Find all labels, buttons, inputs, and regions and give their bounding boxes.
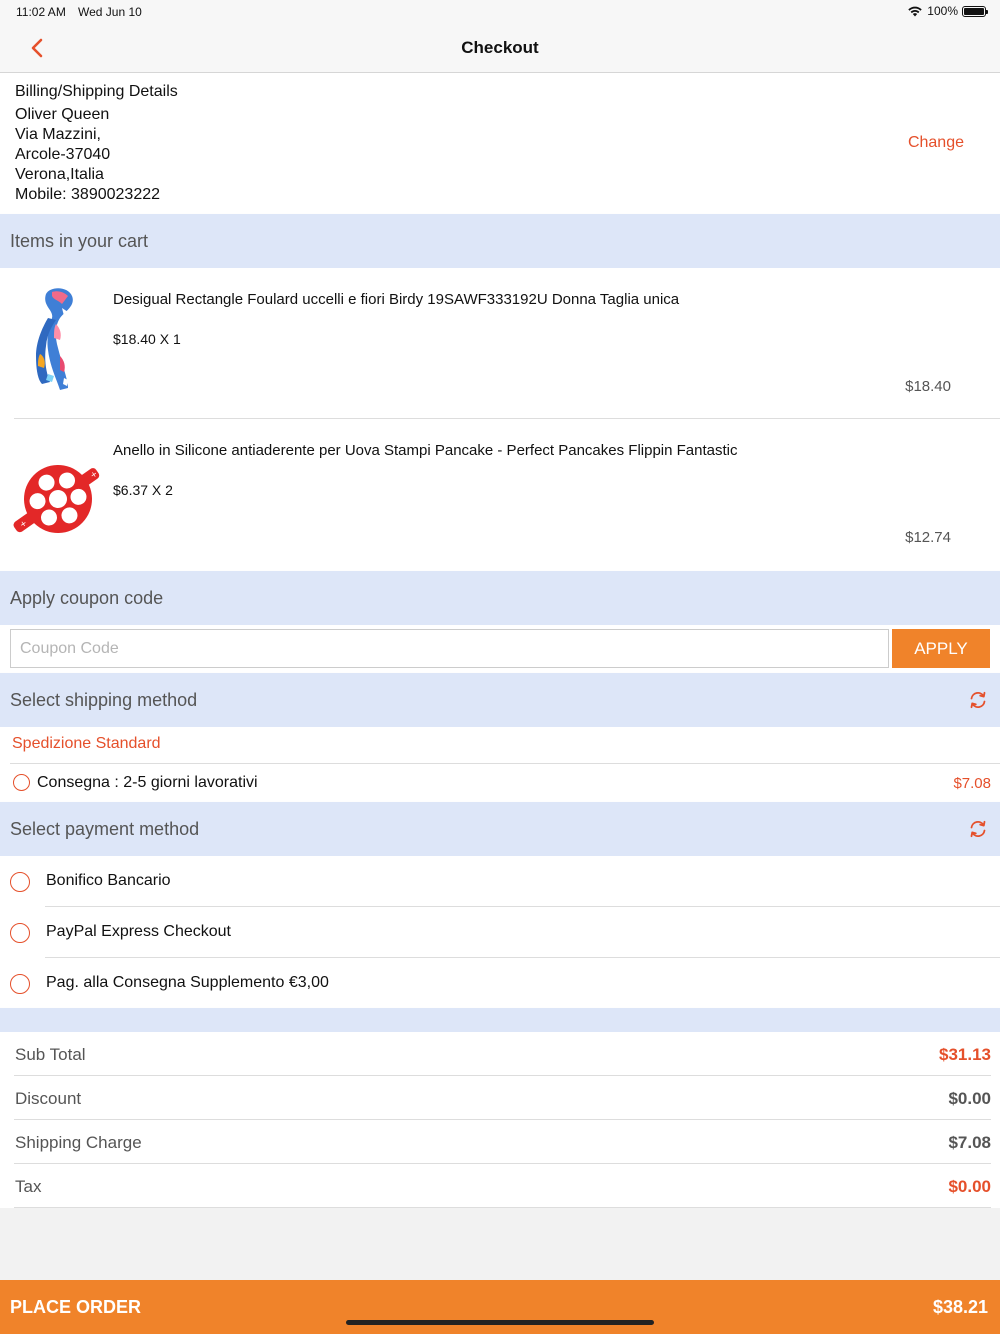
shipping-option-price: $7.08 (953, 775, 991, 792)
cart-title: Items in your cart (10, 231, 149, 251)
shipping-title: Select shipping method (10, 690, 198, 710)
cart-item[interactable]: Desigual Rectangle Foulard uccelli e fio… (0, 268, 1000, 419)
billing-city: Arcole-37040 (15, 146, 111, 163)
billing-street: Via Mazzini, (15, 126, 101, 143)
summary-value: $31.13 (939, 1045, 991, 1064)
place-order-button[interactable]: PLACE ORDER $38.21 (0, 1280, 1000, 1334)
payment-radio[interactable] (10, 974, 30, 994)
summary-row-tax: Tax $0.00 (0, 1164, 1000, 1208)
summary-value: $7.08 (948, 1133, 991, 1152)
status-date: Wed Jun 10 (78, 5, 142, 19)
cart-item-total: $12.74 (905, 529, 951, 546)
billing-region: Verona,Italia (15, 166, 104, 183)
shipping-radio[interactable] (13, 774, 30, 791)
summary-label: Shipping Charge (15, 1133, 142, 1152)
pancake-mold-thumbnail: + + (13, 465, 100, 533)
refresh-icon[interactable] (968, 819, 988, 839)
coupon-header: Apply coupon code (0, 571, 1000, 625)
billing-name: Oliver Queen (15, 106, 110, 123)
cart-list: Desigual Rectangle Foulard uccelli e fio… (0, 268, 1000, 571)
summary-row-shipping: Shipping Charge $7.08 (0, 1120, 1000, 1164)
shipping-header: Select shipping method (0, 673, 1000, 727)
order-summary: Sub Total $31.13 Discount $0.00 Shipping… (0, 1032, 1000, 1208)
billing-mobile: Mobile: 3890023222 (15, 186, 161, 203)
status-right: 100% (907, 4, 988, 18)
cart-item-name: Desigual Rectangle Foulard uccelli e fio… (113, 291, 680, 308)
coupon-title: Apply coupon code (10, 588, 164, 608)
battery-icon (962, 5, 988, 17)
cart-item[interactable]: + + Anello in Silicone antiaderente per … (0, 419, 1000, 570)
billing-heading: Billing/Shipping Details (15, 83, 178, 100)
summary-value: $0.00 (948, 1177, 991, 1196)
cart-item-qty: $18.40 X 1 (113, 331, 181, 347)
payment-option-label: PayPal Express Checkout (46, 923, 231, 940)
summary-row-discount: Discount $0.00 (0, 1076, 1000, 1120)
payment-option-bank-transfer[interactable]: Bonifico Bancario (0, 856, 1000, 906)
payment-title: Select payment method (10, 819, 200, 839)
status-bar: 11:02 AM Wed Jun 10 100% (0, 0, 1000, 24)
payment-option-label: Pag. alla Consegna Supplemento €3,00 (46, 974, 329, 991)
billing-address: Billing/Shipping Details Oliver Queen Vi… (15, 82, 178, 205)
scarf-thumbnail (36, 288, 73, 390)
page-title: Checkout (461, 38, 539, 57)
change-address-button[interactable]: Change (908, 134, 964, 152)
payment-header: Select payment method (0, 802, 1000, 856)
cart-item-total: $18.40 (905, 378, 951, 395)
payment-radio[interactable] (10, 872, 30, 892)
coupon-code-input[interactable] (10, 629, 889, 668)
summary-label: Discount (15, 1089, 82, 1108)
summary-divider (14, 1207, 991, 1208)
summary-label: Sub Total (15, 1045, 86, 1064)
home-indicator[interactable] (346, 1320, 654, 1325)
payment-methods: Bonifico Bancario PayPal Express Checkou… (0, 856, 1000, 1008)
payment-option-paypal[interactable]: PayPal Express Checkout (0, 907, 1000, 957)
summary-header (0, 1008, 1000, 1032)
summary-label: Tax (15, 1177, 42, 1196)
cart-header: Items in your cart (0, 214, 1000, 268)
cart-item-name: Anello in Silicone antiaderente per Uova… (113, 442, 738, 459)
coupon-row: APPLY (0, 625, 1000, 673)
summary-row-subtotal: Sub Total $31.13 (0, 1032, 1000, 1076)
refresh-icon[interactable] (968, 690, 988, 710)
payment-option-label: Bonifico Bancario (46, 872, 171, 889)
battery-percent: 100% (927, 4, 958, 18)
summary-value: $0.00 (948, 1089, 991, 1108)
place-order-amount: $38.21 (932, 1297, 988, 1317)
shipping-methods: Spedizione Standard Consegna : 2-5 giorn… (0, 727, 1000, 802)
billing-section: Billing/Shipping Details Oliver Queen Vi… (0, 73, 1000, 214)
nav-bar: Checkout (0, 24, 1000, 73)
shipping-option-label: Consegna : 2-5 giorni lavorativi (37, 774, 258, 791)
payment-option-cash-on-delivery[interactable]: Pag. alla Consegna Supplemento €3,00 (0, 958, 1000, 1008)
status-time: 11:02 AM (16, 5, 66, 19)
shipping-carrier: Spedizione Standard (12, 735, 161, 752)
apply-coupon-button[interactable]: APPLY (892, 629, 990, 668)
payment-radio[interactable] (10, 923, 30, 943)
shipping-option[interactable]: Consegna : 2-5 giorni lavorativi $7.08 (0, 764, 1000, 802)
cart-item-qty: $6.37 X 2 (113, 482, 173, 498)
place-order-label: PLACE ORDER (10, 1297, 142, 1317)
wifi-icon (908, 6, 922, 17)
